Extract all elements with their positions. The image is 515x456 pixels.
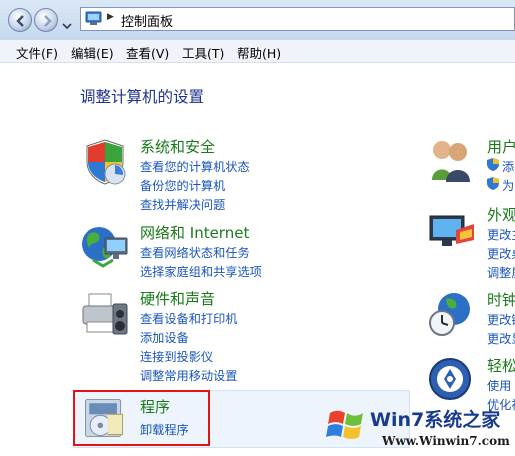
network-globe-icon[interactable] [79, 220, 131, 272]
chevron-down-icon [62, 23, 72, 30]
watermark-url: Www.Winwin7.com [382, 434, 510, 448]
link-appearance-1[interactable]: 更改主 [487, 225, 515, 243]
link-add-device[interactable]: 添加设备 [140, 328, 189, 346]
category-network-title[interactable]: 网络和 Internet [140, 222, 249, 243]
category-users-title[interactable]: 用户 [487, 136, 515, 157]
arrow-right-icon [44, 15, 52, 27]
breadcrumb-separator[interactable]: ▶ [107, 12, 114, 22]
content-pane: 调整计算机的设置 系统和安全 查看您的计算机状态 备份您的计算机 查找并解决问题… [0, 63, 515, 456]
link-clock-1[interactable]: 更改键 [487, 310, 515, 328]
users-icon[interactable] [428, 134, 472, 186]
menu-tools[interactable]: 工具(T) [182, 43, 224, 62]
uac-shield-icon [487, 158, 499, 171]
ease-of-access-icon[interactable] [428, 357, 472, 401]
link-devices-printers[interactable]: 查看设备和打印机 [140, 309, 238, 327]
menu-view[interactable]: 查看(V) [126, 43, 169, 62]
category-system-security-title[interactable]: 系统和安全 [140, 136, 215, 157]
clock-globe-icon[interactable] [428, 289, 474, 339]
link-appearance-3[interactable]: 调整屏 [487, 263, 515, 281]
link-homegroup-sharing[interactable]: 选择家庭组和共享选项 [140, 262, 262, 280]
menu-help[interactable]: 帮助(H) [237, 43, 281, 62]
breadcrumb[interactable]: 控制面板 [121, 11, 173, 30]
link-access-1[interactable]: 使用 [487, 376, 511, 394]
highlight-box [73, 390, 210, 446]
page-title: 调整计算机的设置 [80, 88, 205, 106]
link-backup-computer[interactable]: 备份您的计算机 [140, 176, 225, 194]
category-appearance-title[interactable]: 外观 [487, 204, 515, 225]
watermark-brand: Win7系统之家 [370, 409, 501, 431]
watermark: Win7系统之家 Www.Winwin7.com [320, 401, 515, 456]
link-users-2[interactable]: 为 [502, 176, 514, 194]
category-clock-title[interactable]: 时钟 [487, 289, 515, 310]
link-network-status[interactable]: 查看网络状态和任务 [140, 243, 250, 261]
recent-pages-dropdown[interactable] [62, 15, 72, 34]
control-panel-icon [85, 11, 102, 25]
menu-file[interactable]: 文件(F) [16, 43, 58, 62]
category-hardware-sound-title[interactable]: 硬件和声音 [140, 288, 215, 309]
address-bar[interactable]: ▶ 控制面板 [80, 7, 515, 31]
link-connect-projector[interactable]: 连接到投影仪 [140, 347, 213, 365]
appearance-icon[interactable] [428, 210, 476, 254]
back-button[interactable] [8, 8, 32, 32]
uac-shield-icon [487, 177, 499, 190]
windows-logo-icon [326, 410, 363, 439]
menu-edit[interactable]: 编辑(E) [71, 43, 114, 62]
printer-icon[interactable] [79, 288, 131, 340]
link-troubleshoot[interactable]: 查找并解决问题 [140, 195, 225, 213]
link-view-computer-status[interactable]: 查看您的计算机状态 [140, 157, 250, 175]
navigation-bar: ▶ 控制面板 [0, 0, 515, 41]
link-appearance-2[interactable]: 更改桌 [487, 244, 515, 262]
link-clock-2[interactable]: 更改显 [487, 329, 515, 347]
link-users-1[interactable]: 添 [502, 157, 514, 175]
arrow-left-icon [16, 15, 24, 27]
forward-button[interactable] [34, 8, 58, 32]
menu-bar: 文件(F) 编辑(E) 查看(V) 工具(T) 帮助(H) [0, 40, 515, 63]
category-access-title[interactable]: 轻松 [487, 355, 515, 376]
link-mobility-settings[interactable]: 调整常用移动设置 [140, 366, 238, 384]
shield-icon[interactable] [79, 136, 131, 188]
